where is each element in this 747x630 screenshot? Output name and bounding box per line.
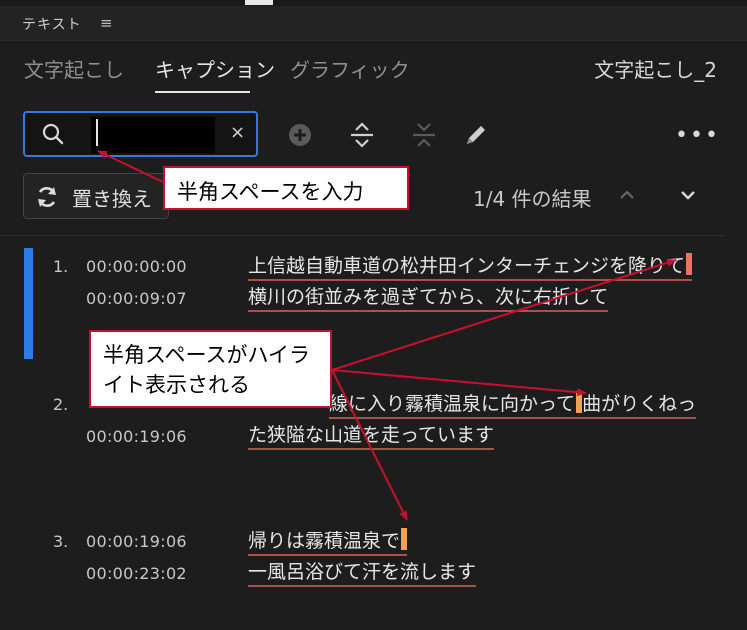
replace-label: 置き換え	[72, 187, 152, 211]
selected-caption-marker	[24, 248, 33, 359]
caption-text-line[interactable]: 一風呂浴びて汗を流します	[248, 560, 477, 587]
more-options-icon[interactable]: •••	[675, 123, 720, 148]
caption-text-line[interactable]: 横川の街並みを過ぎてから、次に右折して	[248, 285, 609, 312]
caption-text-line[interactable]: た狭隘な山道を走っています	[248, 423, 495, 450]
caption-text: 線に入り霧積温泉に向かって	[329, 393, 576, 415]
space-highlight	[401, 528, 408, 550]
split-caption-icon[interactable]	[347, 120, 377, 150]
search-box[interactable]: ×	[23, 111, 258, 157]
tab-captions[interactable]: キャプション	[155, 54, 275, 83]
tab-graphics[interactable]: グラフィック	[290, 54, 410, 83]
caption-number: 3.	[53, 532, 69, 551]
text-panel: テキスト ≡ 文字起こし キャプション グラフィック 文字起こし_2 × •••	[0, 0, 747, 630]
next-result-icon[interactable]	[677, 184, 699, 206]
search-icon	[42, 123, 64, 145]
clear-search-icon[interactable]: ×	[230, 122, 245, 143]
annotation-callout: 半角スペースがハイラ イト表示される	[89, 330, 332, 408]
caption-text: 上信越自動車道の松井田インターチェンジを降りて	[248, 255, 686, 277]
panel-menu-icon[interactable]: ≡	[100, 14, 113, 32]
add-caption-icon[interactable]	[285, 120, 315, 150]
text-cursor	[96, 119, 98, 146]
edit-pencil-icon[interactable]	[461, 120, 491, 150]
caption-text-line[interactable]: 帰りは霧積温泉で	[248, 528, 408, 556]
caption-text-line[interactable]: 線に入り霧積温泉に向かって 曲がりくねっ	[329, 391, 697, 419]
annotation-line: イト表示される	[103, 373, 250, 397]
caption-start-time[interactable]: 00:00:19:06	[86, 532, 187, 551]
previous-result-icon[interactable]	[616, 184, 638, 206]
sequence-name[interactable]: 文字起こし_2	[594, 54, 717, 83]
refresh-icon	[38, 187, 56, 207]
space-highlight	[686, 253, 693, 275]
replace-button[interactable]: 置き換え	[23, 173, 169, 219]
caption-start-time[interactable]: 00:00:00:00	[86, 257, 187, 276]
caption-end-time[interactable]: 00:00:23:02	[86, 564, 187, 583]
caption-number: 1.	[53, 257, 69, 276]
search-result-count: 1/4 件の結果	[473, 187, 592, 211]
caption-text: 曲がりくねっ	[582, 393, 697, 415]
caption-number: 2.	[53, 395, 69, 414]
search-input[interactable]	[91, 117, 215, 153]
window-top-strip	[0, 0, 747, 6]
annotation-line: 半角スペースがハイラ	[103, 343, 311, 367]
arrow-to-caption-2	[331, 369, 587, 397]
caption-end-time[interactable]: 00:00:19:06	[86, 427, 187, 446]
window-top-accent	[245, 0, 273, 5]
panel-header: テキスト ≡	[0, 0, 747, 41]
toolbar-divider	[0, 235, 724, 236]
active-tab-underline	[155, 91, 250, 93]
caption-text-line[interactable]: 上信越自動車道の松井田インターチェンジを降りて	[248, 253, 693, 281]
caption-end-time[interactable]: 00:00:09:07	[86, 289, 187, 308]
merge-captions-icon[interactable]	[409, 120, 439, 150]
caption-text: 帰りは霧積温泉で	[248, 530, 401, 552]
tab-transcript[interactable]: 文字起こし	[24, 54, 124, 83]
annotation-callout: 半角スペースを入力	[163, 166, 409, 210]
panel-title: テキスト	[22, 17, 82, 33]
